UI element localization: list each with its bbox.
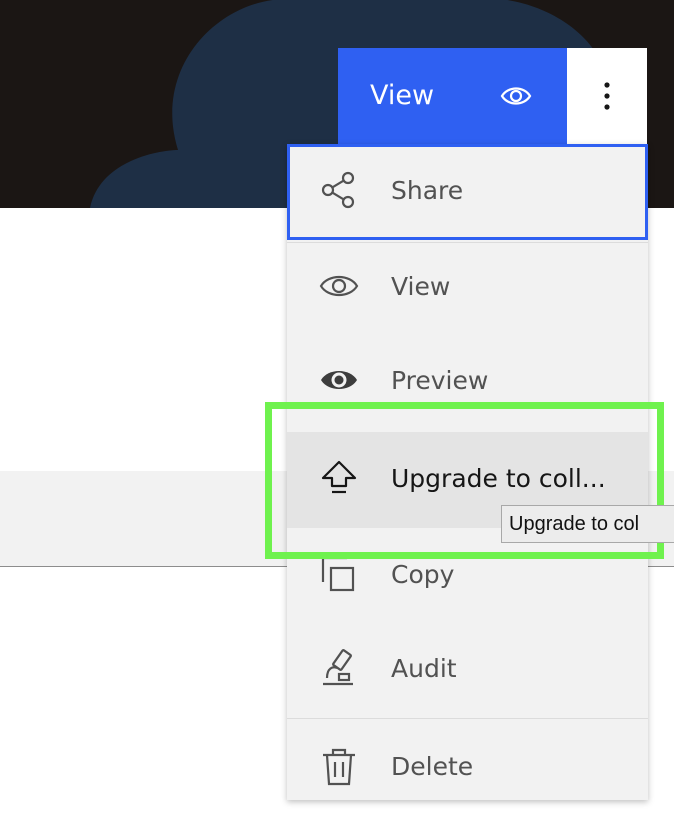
menu-item-preview[interactable]: Preview: [287, 334, 648, 430]
eye-filled-icon: [321, 371, 357, 389]
share-icon: [321, 171, 355, 209]
eye-outline-icon: [319, 275, 359, 297]
menu-item-label: Preview: [391, 366, 489, 395]
menu-item-label: Delete: [391, 752, 474, 781]
overflow-menu-vertical-icon: [604, 82, 610, 110]
view-button[interactable]: View: [338, 48, 567, 144]
menu-item-label: Copy: [391, 560, 455, 589]
overflow-menu-button[interactable]: [567, 48, 647, 144]
menu-item-view[interactable]: View: [287, 240, 648, 336]
trash-can-icon: [323, 748, 355, 786]
overflow-menu: Share View Preview Upgrade to coll... Co…: [287, 144, 648, 800]
menu-item-label: Share: [391, 176, 464, 205]
eye-icon: [500, 87, 532, 105]
menu-item-audit[interactable]: Audit: [287, 622, 648, 718]
menu-divider: [287, 718, 648, 719]
menu-item-label: Upgrade to coll...: [391, 464, 606, 493]
copy-icon: [321, 556, 355, 592]
menu-item-share[interactable]: Share: [287, 144, 648, 240]
tooltip: Upgrade to col: [501, 505, 674, 543]
view-button-label: View: [370, 80, 435, 111]
upgrade-icon: [321, 460, 357, 494]
menu-item-delete[interactable]: Delete: [287, 720, 648, 816]
menu-item-label: Audit: [391, 654, 457, 683]
microscope-icon: [323, 649, 353, 686]
menu-item-label: View: [391, 272, 451, 301]
